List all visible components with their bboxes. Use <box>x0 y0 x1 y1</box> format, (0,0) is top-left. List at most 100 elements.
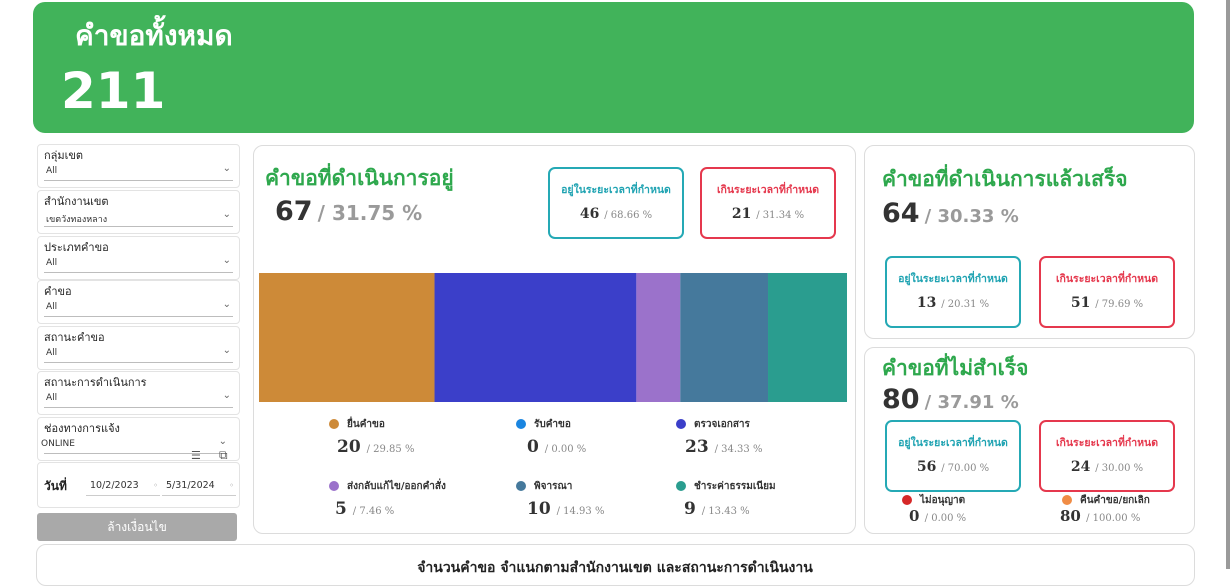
filter-district-office[interactable]: สำนักงานเขต เขตวังทองหลาง ⌄ <box>37 190 240 234</box>
legend-dot <box>902 495 912 505</box>
stack-segment-0[interactable] <box>259 273 435 402</box>
badge-label: อยู่ในระยะเวลาที่กำหนด <box>898 437 1008 449</box>
stack-segment-2[interactable] <box>434 273 637 402</box>
legend-count: 9 <box>684 499 696 519</box>
legend-pct: / 100.00 % <box>1086 513 1141 524</box>
in-progress-title: คำขอที่ดำเนินการอยู่ <box>265 166 454 190</box>
chevron-down-icon[interactable]: ⌄ <box>223 255 231 266</box>
filter-request-status[interactable]: สถานะคำขอ All ⌄ <box>37 326 240 370</box>
legend-name: ยื่นคำขอ <box>347 419 385 430</box>
filter-icon[interactable]: ☰ <box>191 449 201 462</box>
legend-pct: / 29.85 % <box>366 444 415 455</box>
filter-value: All <box>46 166 58 176</box>
stack-segment-4[interactable] <box>680 273 769 402</box>
clear-filters-button[interactable]: ล้างเงื่อนไข <box>37 513 237 541</box>
chevron-down-icon[interactable]: ⌄ <box>219 436 227 447</box>
badge-label: เกินระยะเวลาที่กำหนด <box>1055 437 1159 449</box>
chevron-down-icon[interactable]: ⌄ <box>223 163 231 174</box>
badge-label: อยู่ในระยะเวลาที่กำหนด <box>898 273 1008 285</box>
stack-segment-5[interactable] <box>768 273 847 402</box>
legend-count: 5 <box>335 499 347 519</box>
date-label: วันที่ <box>44 479 67 493</box>
legend-count: 20 <box>337 437 361 457</box>
banner-title: คำขอทั้งหมด <box>75 19 233 52</box>
legend-item-submitted: ยื่นคำขอ 20 / 29.85 % <box>329 417 479 461</box>
badge-label: เกินระยะเวลาที่กำหนด <box>1055 273 1159 285</box>
failed-title: คำขอที่ไม่สำเร็จ <box>882 356 1029 380</box>
legend-pct: / 13.43 % <box>701 506 750 517</box>
badge-count: 21 <box>731 206 752 222</box>
chevron-down-icon[interactable]: ⌄ <box>223 345 231 356</box>
legend-pct: / 0.00 % <box>924 513 967 524</box>
chevron-down-icon[interactable]: ⌄ <box>223 299 231 310</box>
filter-label: ประเภทคำขอ <box>44 241 109 254</box>
calendar-icon[interactable]: ◦ <box>229 477 234 495</box>
legend-dot <box>516 481 526 491</box>
expand-icon[interactable]: ⧉ <box>219 448 228 463</box>
badge-pct: / 79.69 % <box>1095 299 1144 310</box>
district-breakdown-title: จำนวนคำขอ จำแนกตามสำนักงานเขต และสถานะกา… <box>417 560 813 576</box>
legend-dot <box>676 481 686 491</box>
legend-count: 80 <box>1060 507 1081 525</box>
filter-value: All <box>46 393 58 403</box>
in-progress-pct: / 31.75 % <box>317 201 423 225</box>
legend-dot <box>1062 495 1072 505</box>
total-requests-value: 211 <box>61 62 166 120</box>
legend-dot <box>516 419 526 429</box>
failed-pct: / 37.91 % <box>924 392 1019 413</box>
date-start-input[interactable]: 10/2/2023 ◦ <box>86 477 160 496</box>
legend-item-received: รับคำขอ 0 / 0.00 % <box>516 417 666 461</box>
filter-request-type[interactable]: ประเภทคำขอ All ⌄ <box>37 236 240 280</box>
legend-item-document-check: ตรวจเอกสาร 23 / 34.33 % <box>676 417 826 461</box>
in-progress-on-time-badge: อยู่ในระยะเวลาที่กำหนด 46 / 68.66 % <box>548 167 684 239</box>
completed-count: 64 <box>882 198 920 229</box>
filter-value: ONLINE <box>41 439 75 449</box>
failed-on-time-badge: อยู่ในระยะเวลาที่กำหนด 56 / 70.00 % <box>885 420 1021 492</box>
badge-label: เกินระยะเวลาที่กำหนด <box>716 184 820 196</box>
completed-summary: 64 / 30.33 % <box>882 198 1019 229</box>
legend-name: รับคำขอ <box>534 419 571 430</box>
legend-count: 23 <box>685 437 709 457</box>
badge-pct: / 31.34 % <box>756 210 805 221</box>
filter-operation-status[interactable]: สถานะการดำเนินการ All ⌄ <box>37 371 240 415</box>
legend-item-fee-payment: ชำระค่าธรรมเนียม 9 / 13.43 % <box>676 479 826 523</box>
filter-label: สถานะการดำเนินการ <box>44 376 147 389</box>
legend-item-returned: ส่งกลับแก้ไข/ออกคำสั่ง 5 / 7.46 % <box>329 479 479 523</box>
page-scrollbar[interactable] <box>1226 0 1230 569</box>
legend-name: ส่งกลับแก้ไข/ออกคำสั่ง <box>347 481 446 492</box>
completed-on-time-badge: อยู่ในระยะเวลาที่กำหนด 13 / 20.31 % <box>885 256 1021 328</box>
in-progress-overdue-badge: เกินระยะเวลาที่กำหนด 21 / 31.34 % <box>700 167 836 239</box>
calendar-icon[interactable]: ◦ <box>153 477 158 495</box>
filter-request[interactable]: คำขอ All ⌄ <box>37 280 240 324</box>
in-progress-stage-chart <box>259 273 847 402</box>
failed-overdue-badge: เกินระยะเวลาที่กำหนด 24 / 30.00 % <box>1039 420 1175 492</box>
legend-item-not-permitted: ไม่อนุญาต 0 / 0.00 % <box>902 493 1032 529</box>
legend-dot <box>329 481 339 491</box>
badge-label: อยู่ในระยะเวลาที่กำหนด <box>561 184 671 196</box>
chevron-down-icon[interactable]: ⌄ <box>223 209 231 220</box>
filter-label: สถานะคำขอ <box>44 331 105 344</box>
in-progress-count: 67 <box>275 196 313 227</box>
filter-channel[interactable]: ช่องทางการแจ้ง ONLINE ⌄ <box>37 417 240 461</box>
badge-pct: / 30.00 % <box>1095 463 1144 474</box>
legend-name: พิจารณา <box>534 481 573 492</box>
badge-count: 24 <box>1070 459 1091 475</box>
in-progress-summary: 67 / 31.75 % <box>275 196 422 227</box>
legend-item-cancelled: คืนคำขอ/ยกเลิก 80 / 100.00 % <box>1060 493 1192 529</box>
filter-district-group[interactable]: กลุ่มเขต All ⌄ <box>37 144 240 188</box>
badge-count: 13 <box>916 295 937 311</box>
legend-count: 0 <box>527 437 539 457</box>
filter-value: เขตวังทองหลาง <box>46 215 108 225</box>
legend-pct: / 7.46 % <box>352 506 395 517</box>
chevron-down-icon[interactable]: ⌄ <box>223 390 231 401</box>
filter-value: All <box>46 348 58 358</box>
failed-count: 80 <box>882 384 920 415</box>
filter-value: All <box>46 258 58 268</box>
legend-pct: / 14.93 % <box>556 506 605 517</box>
filter-label: กลุ่มเขต <box>44 149 84 162</box>
badge-pct: / 70.00 % <box>941 463 990 474</box>
date-end-input[interactable]: 5/31/2024 ◦ <box>162 477 236 496</box>
stack-segment-3[interactable] <box>636 273 681 402</box>
completed-pct: / 30.33 % <box>924 206 1019 227</box>
legend-name: คืนคำขอ/ยกเลิก <box>1080 495 1150 506</box>
